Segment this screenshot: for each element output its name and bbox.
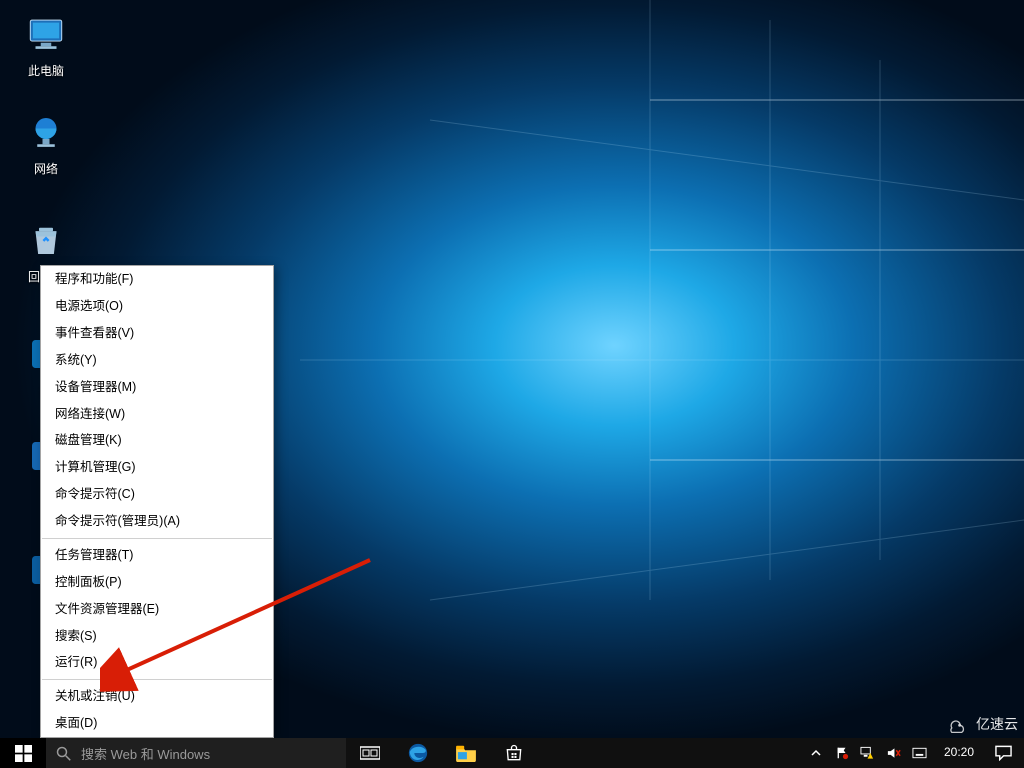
clock-time: 20:20 bbox=[944, 746, 974, 759]
volume-mute-icon bbox=[886, 746, 901, 760]
chevron-up-icon bbox=[811, 748, 821, 758]
menu-network-connections[interactable]: 网络连接(W) bbox=[41, 401, 273, 428]
taskbar: 搜索 Web 和 Windows bbox=[0, 738, 1024, 768]
search-placeholder: 搜索 Web 和 Windows bbox=[81, 744, 210, 763]
menu-shutdown-logoff[interactable]: 关机或注销(U) bbox=[41, 683, 273, 710]
windows-logo-icon bbox=[15, 745, 32, 762]
network-icon bbox=[22, 108, 70, 156]
desktop-icon-label: 网络 bbox=[6, 160, 86, 177]
menu-system[interactable]: 系统(Y) bbox=[41, 347, 273, 374]
menu-run[interactable]: 运行(R) bbox=[41, 649, 273, 676]
taskbar-search[interactable]: 搜索 Web 和 Windows bbox=[46, 738, 346, 768]
flag-alert-icon bbox=[835, 746, 849, 760]
desktop-icon-this-pc[interactable]: 此电脑 bbox=[6, 10, 86, 79]
tray-security-icon[interactable] bbox=[830, 738, 854, 768]
folder-icon bbox=[455, 744, 477, 762]
menu-separator bbox=[42, 679, 272, 680]
system-tray: 20:20 bbox=[800, 738, 1024, 768]
watermark: 亿速云 bbox=[944, 714, 1018, 734]
winx-context-menu: 程序和功能(F) 电源选项(O) 事件查看器(V) 系统(Y) 设备管理器(M)… bbox=[40, 265, 274, 738]
taskbar-app-edge[interactable] bbox=[394, 738, 442, 768]
menu-device-manager[interactable]: 设备管理器(M) bbox=[41, 374, 273, 401]
start-button[interactable] bbox=[0, 738, 46, 768]
action-center-button[interactable] bbox=[986, 745, 1020, 761]
edge-icon bbox=[407, 742, 429, 764]
menu-disk-management[interactable]: 磁盘管理(K) bbox=[41, 427, 273, 454]
taskbar-clock[interactable]: 20:20 bbox=[934, 746, 984, 759]
menu-search[interactable]: 搜索(S) bbox=[41, 623, 273, 650]
tray-network-icon[interactable] bbox=[856, 738, 880, 768]
menu-command-prompt[interactable]: 命令提示符(C) bbox=[41, 481, 273, 508]
menu-separator bbox=[42, 538, 272, 539]
network-warn-icon bbox=[860, 746, 875, 760]
menu-programs-features[interactable]: 程序和功能(F) bbox=[41, 266, 273, 293]
desktop-icon-label: 此电脑 bbox=[6, 62, 86, 79]
menu-desktop[interactable]: 桌面(D) bbox=[41, 710, 273, 737]
task-view-button[interactable] bbox=[346, 738, 394, 768]
taskbar-app-store[interactable] bbox=[490, 738, 538, 768]
notification-icon bbox=[995, 745, 1012, 761]
tray-ime-icon[interactable] bbox=[908, 738, 932, 768]
menu-task-manager[interactable]: 任务管理器(T) bbox=[41, 542, 273, 569]
tray-overflow-button[interactable] bbox=[804, 738, 828, 768]
computer-icon bbox=[22, 10, 70, 58]
task-view-icon bbox=[360, 745, 380, 761]
search-icon bbox=[56, 746, 71, 761]
cloud-logo-icon bbox=[944, 715, 970, 733]
menu-power-options[interactable]: 电源选项(O) bbox=[41, 293, 273, 320]
menu-file-explorer[interactable]: 文件资源管理器(E) bbox=[41, 596, 273, 623]
menu-event-viewer[interactable]: 事件查看器(V) bbox=[41, 320, 273, 347]
recycle-bin-icon bbox=[22, 216, 70, 264]
desktop-icon-network[interactable]: 网络 bbox=[6, 108, 86, 177]
menu-computer-management[interactable]: 计算机管理(G) bbox=[41, 454, 273, 481]
keyboard-icon bbox=[912, 746, 927, 760]
store-icon bbox=[504, 743, 524, 763]
tray-volume-icon[interactable] bbox=[882, 738, 906, 768]
watermark-text: 亿速云 bbox=[976, 714, 1018, 734]
taskbar-app-file-explorer[interactable] bbox=[442, 738, 490, 768]
menu-command-prompt-admin[interactable]: 命令提示符(管理员)(A) bbox=[41, 508, 273, 535]
desktop[interactable]: 此电脑 网络 回收站 控 M 程序和功能(F) 电源选项(O) 事件查看器(V bbox=[0, 0, 1024, 768]
menu-control-panel[interactable]: 控制面板(P) bbox=[41, 569, 273, 596]
